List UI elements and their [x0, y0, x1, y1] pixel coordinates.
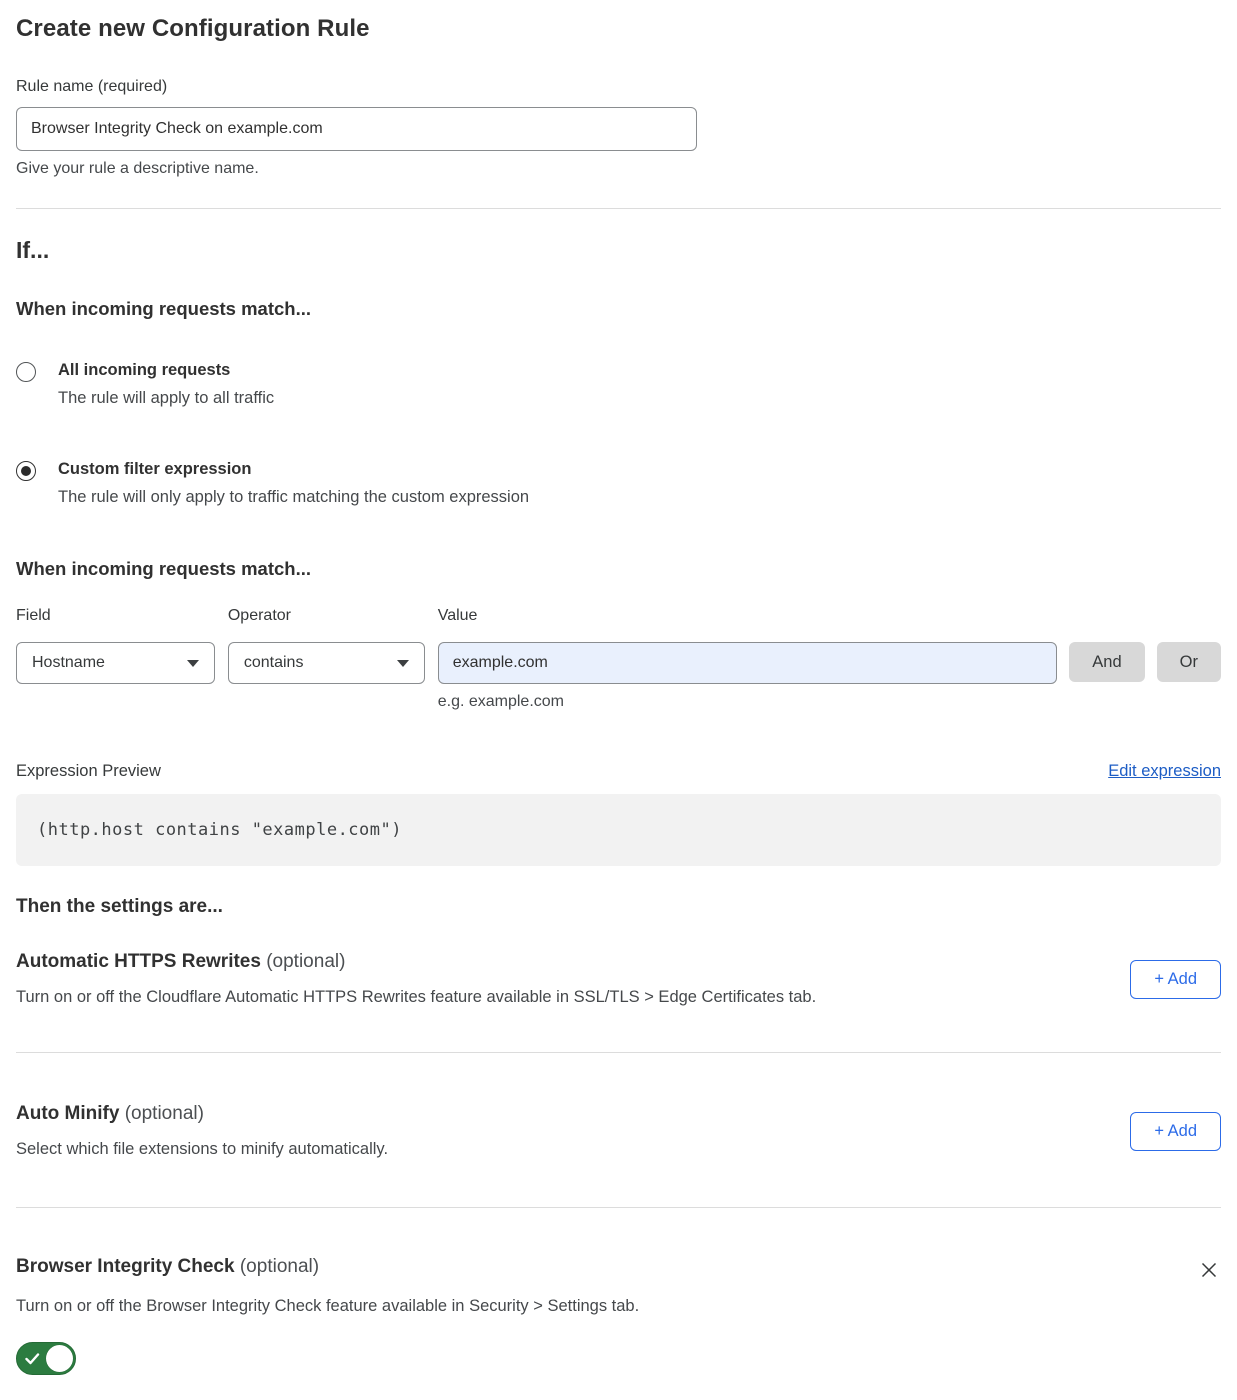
operator-label: Operator — [228, 607, 425, 625]
edit-expression-link[interactable]: Edit expression — [1108, 762, 1221, 781]
section-divider — [16, 1207, 1221, 1208]
add-auto-minify-button[interactable]: + Add — [1130, 1112, 1221, 1151]
expression-builder-row: Field Hostname Operator contains Value e… — [16, 607, 1221, 711]
radio-description: The rule will only apply to traffic matc… — [58, 488, 529, 507]
and-button[interactable]: And — [1069, 642, 1144, 682]
value-label: Value — [438, 607, 1058, 625]
operator-column: Operator contains — [228, 607, 425, 684]
radio-option-all-incoming[interactable]: All incoming requests The rule will appl… — [16, 361, 1221, 408]
radio-label: Custom filter expression — [58, 460, 529, 479]
section-divider — [16, 1052, 1221, 1053]
rule-name-input[interactable] — [16, 107, 697, 151]
field-select-value: Hostname — [32, 654, 105, 672]
setting-row-auto-minify: Auto Minify (optional) Select which file… — [16, 1103, 1221, 1159]
toggle-knob — [46, 1345, 73, 1372]
setting-description: Select which file extensions to minify a… — [16, 1140, 1100, 1159]
chevron-down-icon — [187, 660, 199, 667]
rule-name-help: Give your rule a descriptive name. — [16, 160, 1221, 178]
setting-title: Automatic HTTPS Rewrites — [16, 951, 261, 972]
expression-preview-header: Expression Preview Edit expression — [16, 762, 1221, 781]
setting-row-browser-integrity-check: Browser Integrity Check (optional) Turn … — [16, 1256, 1221, 1380]
expression-builder-heading: When incoming requests match... — [16, 558, 1221, 580]
field-column: Field Hostname — [16, 607, 215, 684]
field-label: Field — [16, 607, 215, 625]
setting-row-automatic-https-rewrites: Automatic HTTPS Rewrites (optional) Turn… — [16, 951, 1221, 1007]
radio-description: The rule will apply to all traffic — [58, 389, 274, 408]
setting-optional-tag: (optional) — [240, 1256, 319, 1277]
setting-description: Turn on or off the Cloudflare Automatic … — [16, 988, 1100, 1007]
create-configuration-rule-form: Create new Configuration Rule Rule name … — [0, 0, 1237, 1400]
then-settings-heading: Then the settings are... — [16, 896, 1221, 918]
or-button[interactable]: Or — [1157, 642, 1221, 682]
match-type-heading: When incoming requests match... — [16, 298, 1221, 320]
operator-select[interactable]: contains — [228, 642, 425, 684]
remove-setting-button[interactable] — [1197, 1258, 1221, 1282]
match-type-radio-group: All incoming requests The rule will appl… — [16, 361, 1221, 507]
section-divider — [16, 208, 1221, 209]
value-help: e.g. example.com — [438, 693, 1058, 711]
expression-preview-code: (http.host contains "example.com") — [16, 794, 1221, 866]
radio-label: All incoming requests — [58, 361, 274, 380]
page-title: Create new Configuration Rule — [16, 15, 1221, 43]
radio-option-custom-filter[interactable]: Custom filter expression The rule will o… — [16, 460, 1221, 507]
operator-select-value: contains — [244, 654, 304, 672]
setting-title: Auto Minify — [16, 1103, 119, 1124]
chevron-down-icon — [397, 660, 409, 667]
value-input[interactable] — [438, 642, 1058, 684]
setting-optional-tag: (optional) — [125, 1103, 204, 1124]
radio-button-selected[interactable] — [16, 461, 36, 481]
rule-name-section: Rule name (required) Give your rule a de… — [16, 78, 1221, 178]
if-heading: If... — [16, 237, 1221, 264]
browser-integrity-check-toggle[interactable] — [16, 1342, 76, 1375]
close-icon — [1199, 1260, 1219, 1280]
radio-button-unselected[interactable] — [16, 362, 36, 382]
add-automatic-https-rewrites-button[interactable]: + Add — [1130, 960, 1221, 999]
rule-name-label: Rule name (required) — [16, 78, 1221, 96]
value-column: Value e.g. example.com — [438, 607, 1058, 711]
field-select[interactable]: Hostname — [16, 642, 215, 684]
setting-optional-tag: (optional) — [266, 951, 345, 972]
setting-description: Turn on or off the Browser Integrity Che… — [16, 1297, 1221, 1316]
expression-preview-label: Expression Preview — [16, 762, 161, 781]
check-icon — [25, 1353, 40, 1365]
setting-title: Browser Integrity Check — [16, 1256, 235, 1277]
